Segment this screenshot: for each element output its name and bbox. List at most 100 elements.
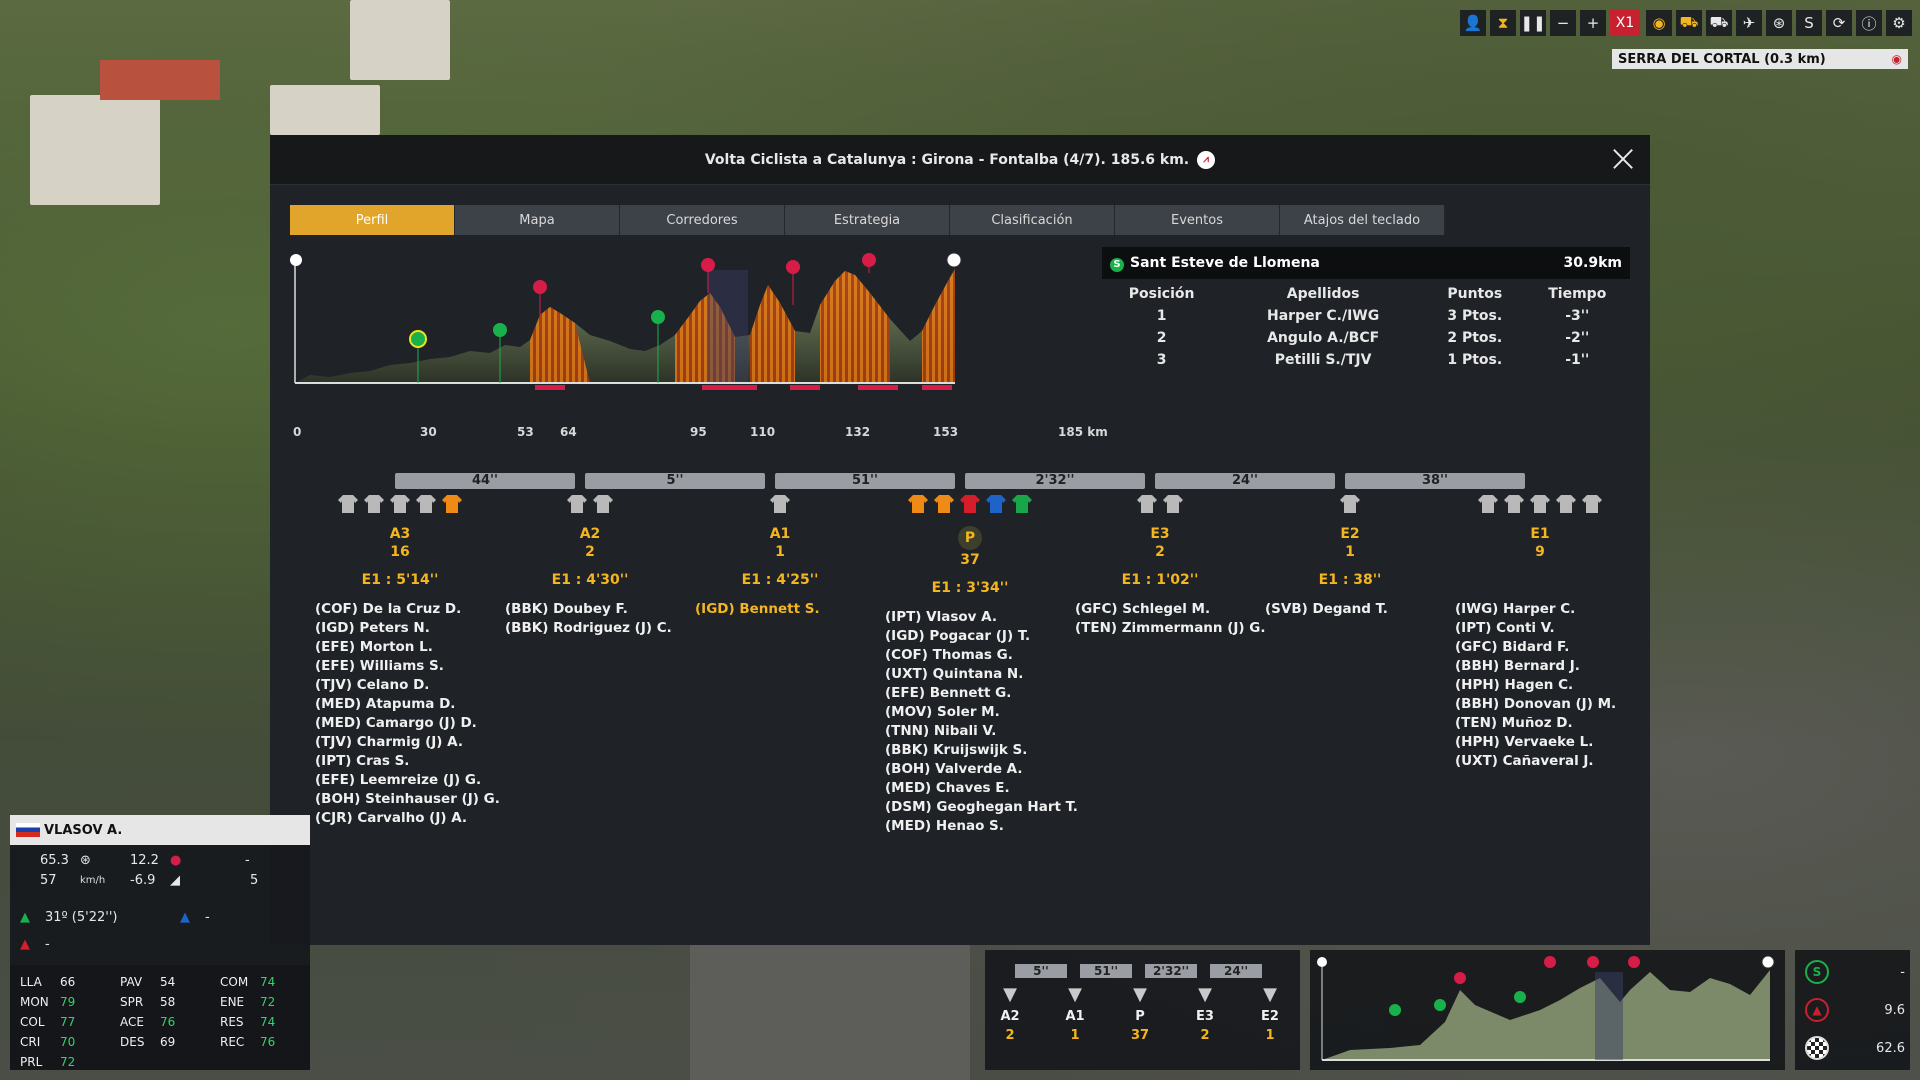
refresh-icon[interactable]: ⟳ bbox=[1826, 10, 1852, 36]
jersey-icon[interactable] bbox=[1136, 494, 1158, 514]
list-item[interactable]: (SVB) Degand T. bbox=[1265, 601, 1445, 620]
mini-group[interactable]: ▼ E2 1 bbox=[1245, 984, 1295, 1043]
wheel-icon[interactable]: ⊛ bbox=[1766, 10, 1792, 36]
list-item[interactable]: (IGD) Peters N. bbox=[315, 620, 495, 639]
list-item[interactable]: (MED) Camargo (J) D. bbox=[315, 715, 495, 734]
jersey-icon[interactable] bbox=[1555, 494, 1577, 514]
jersey-icon[interactable] bbox=[959, 494, 981, 514]
mini-profile[interactable] bbox=[1310, 950, 1785, 1070]
list-item[interactable]: (TEN) Muñoz D. bbox=[1455, 715, 1635, 734]
list-item[interactable]: (IPT) Vlasov A. bbox=[885, 609, 1065, 628]
slower-button[interactable]: − bbox=[1550, 10, 1576, 36]
game-toolbar: 👤 ⧗ ❚❚ − + X1 ◉ ⛟ ⛟ ✈ ⊛ S ⟳ ⓘ ⚙ bbox=[1460, 10, 1912, 36]
jersey-icon[interactable] bbox=[1581, 494, 1603, 514]
list-item[interactable]: (HPH) Hagen C. bbox=[1455, 677, 1635, 696]
list-item[interactable]: (UXT) Quintana N. bbox=[885, 666, 1065, 685]
list-item[interactable]: (IGD) Pogacar (J) T. bbox=[885, 628, 1065, 647]
list-item[interactable]: (BOH) Steinhauser (J) G. bbox=[315, 791, 500, 810]
group-e1[interactable]: E1 9 (IWG) Harper C. (IPT) Conti V. (GFC) Bi… bbox=[1445, 494, 1635, 772]
list-item[interactable]: (EFE) Bennett G. bbox=[885, 685, 1065, 704]
group-a2[interactable]: A2 2 E1 : 4'30'' (BBK) Doubey F. (BBK) Rodri… bbox=[495, 494, 685, 639]
group-e2[interactable]: E2 1 E1 : 38'' (SVB) Degand T. bbox=[1255, 494, 1445, 620]
mini-group[interactable]: ▼ E3 2 bbox=[1180, 984, 1230, 1043]
list-item[interactable]: (TNN) Nibali V. bbox=[885, 723, 1065, 742]
jersey-icon[interactable] bbox=[1011, 494, 1033, 514]
manager-icon[interactable]: 👤 bbox=[1460, 10, 1486, 36]
group-a3[interactable]: A3 16 E1 : 5'14'' (COF) De la Cruz D. (IGD) … bbox=[305, 494, 500, 829]
list-item[interactable]: (EFE) Williams S. bbox=[315, 658, 495, 677]
list-item[interactable]: (GFC) Bidard F. bbox=[1455, 639, 1635, 658]
jersey-icon[interactable] bbox=[566, 494, 588, 514]
list-item[interactable]: (BBH) Donovan (J) M. bbox=[1455, 696, 1635, 715]
list-item[interactable]: (DSM) Geoghegan Hart T. bbox=[885, 799, 1078, 818]
list-item[interactable]: (TJV) Charmig (J) A. bbox=[315, 734, 495, 753]
list-item[interactable]: (IPT) Cras S. bbox=[315, 753, 495, 772]
tab-mapa[interactable]: Mapa bbox=[455, 205, 620, 235]
list-item[interactable]: (BBK) Rodriguez (J) C. bbox=[505, 620, 685, 639]
jersey-icon[interactable] bbox=[1162, 494, 1184, 514]
jersey-icon[interactable] bbox=[592, 494, 614, 514]
list-item[interactable]: (IGD) Bennett S. bbox=[695, 601, 875, 620]
list-item[interactable]: (MED) Atapuma D. bbox=[315, 696, 495, 715]
jersey-icon[interactable] bbox=[907, 494, 929, 514]
group-p[interactable]: P 37 E1 : 3'34'' (IPT) Vlasov A. (IGD) Pogac… bbox=[875, 494, 1078, 837]
list-item[interactable]: (TJV) Celano D. bbox=[315, 677, 495, 696]
jersey-icon[interactable] bbox=[389, 494, 411, 514]
list-item[interactable]: (MED) Henao S. bbox=[885, 818, 1065, 837]
jersey-icon[interactable] bbox=[1529, 494, 1551, 514]
jersey-icon[interactable] bbox=[1503, 494, 1525, 514]
mini-groups-panel[interactable]: 5'' 51'' 2'32'' 24'' ▼ A2 2 ▼ A1 1 ▼ P 37 ▼ E3 2 ▼ E2… bbox=[985, 950, 1300, 1070]
sprint-icon[interactable]: S bbox=[1796, 10, 1822, 36]
jersey-icon[interactable] bbox=[415, 494, 437, 514]
jersey-icon[interactable] bbox=[441, 494, 463, 514]
mini-group[interactable]: ▼ P 37 bbox=[1115, 984, 1165, 1043]
jersey-icon[interactable] bbox=[1339, 494, 1361, 514]
pause-button[interactable]: ❚❚ bbox=[1520, 10, 1546, 36]
list-item[interactable]: (BBK) Kruijswijk S. bbox=[885, 742, 1065, 761]
hourglass-icon[interactable]: ⧗ bbox=[1490, 10, 1516, 36]
list-item[interactable]: (MOV) Soler M. bbox=[885, 704, 1065, 723]
list-item[interactable]: (IPT) Conti V. bbox=[1455, 620, 1635, 639]
list-item[interactable]: (COF) Thomas G. bbox=[885, 647, 1065, 666]
jersey-icon[interactable] bbox=[933, 494, 955, 514]
mini-group[interactable]: ▼ A1 1 bbox=[1050, 984, 1100, 1043]
rider-header[interactable]: VLASOV A. bbox=[10, 815, 310, 845]
list-item[interactable]: (BOH) Valverde A. bbox=[885, 761, 1065, 780]
group-e3[interactable]: E3 2 E1 : 1'02'' (GFC) Schlegel M. (TEN) Zim… bbox=[1065, 494, 1266, 639]
stage-profile-chart[interactable] bbox=[290, 245, 1080, 435]
list-item[interactable]: (HPH) Vervaeke L. bbox=[1455, 734, 1635, 753]
list-item[interactable]: (UXT) Cañaveral J. bbox=[1455, 753, 1635, 772]
list-item[interactable]: (COF) De la Cruz D. bbox=[315, 601, 495, 620]
tab-estrategia[interactable]: Estrategia bbox=[785, 205, 950, 235]
list-item[interactable]: (CJR) Carvalho (J) A. bbox=[315, 810, 495, 829]
list-item[interactable]: (IWG) Harper C. bbox=[1455, 601, 1635, 620]
list-item[interactable]: (BBH) Bernard J. bbox=[1455, 658, 1635, 677]
jersey-icon[interactable] bbox=[985, 494, 1007, 514]
helicopter-icon[interactable]: ✈ bbox=[1736, 10, 1762, 36]
group-a1[interactable]: A1 1 E1 : 4'25'' (IGD) Bennett S. bbox=[685, 494, 875, 620]
tab-perfil[interactable]: Perfil bbox=[290, 205, 455, 235]
list-item[interactable]: (BBK) Doubey F. bbox=[505, 601, 685, 620]
speed-indicator[interactable]: X1 bbox=[1610, 10, 1640, 36]
tab-atajos[interactable]: Atajos del teclado bbox=[1280, 205, 1445, 235]
jersey-icon[interactable] bbox=[337, 494, 359, 514]
list-item[interactable]: (EFE) Morton L. bbox=[315, 639, 495, 658]
camera-bike-icon[interactable]: ⛟ bbox=[1676, 10, 1702, 36]
tab-clasificacion[interactable]: Clasificación bbox=[950, 205, 1115, 235]
jersey-icon[interactable] bbox=[1477, 494, 1499, 514]
mini-group[interactable]: ▼ A2 2 bbox=[985, 984, 1035, 1043]
list-item[interactable]: (MED) Chaves E. bbox=[885, 780, 1065, 799]
info-icon[interactable]: ⓘ bbox=[1856, 10, 1882, 36]
faster-button[interactable]: + bbox=[1580, 10, 1606, 36]
tab-eventos[interactable]: Eventos bbox=[1115, 205, 1280, 235]
close-button[interactable]: × bbox=[1606, 139, 1640, 177]
list-item[interactable]: (TEN) Zimmermann (J) G. bbox=[1075, 620, 1266, 639]
list-item[interactable]: (GFC) Schlegel M. bbox=[1075, 601, 1255, 620]
motorbike-icon[interactable]: ⛟ bbox=[1706, 10, 1732, 36]
eye-icon[interactable]: ◉ bbox=[1646, 10, 1672, 36]
jersey-icon[interactable] bbox=[363, 494, 385, 514]
jersey-icon[interactable] bbox=[769, 494, 791, 514]
list-item[interactable]: (EFE) Leemreize (J) G. bbox=[315, 772, 495, 791]
settings-gear-icon[interactable]: ⚙ bbox=[1886, 10, 1912, 36]
tab-corredores[interactable]: Corredores bbox=[620, 205, 785, 235]
